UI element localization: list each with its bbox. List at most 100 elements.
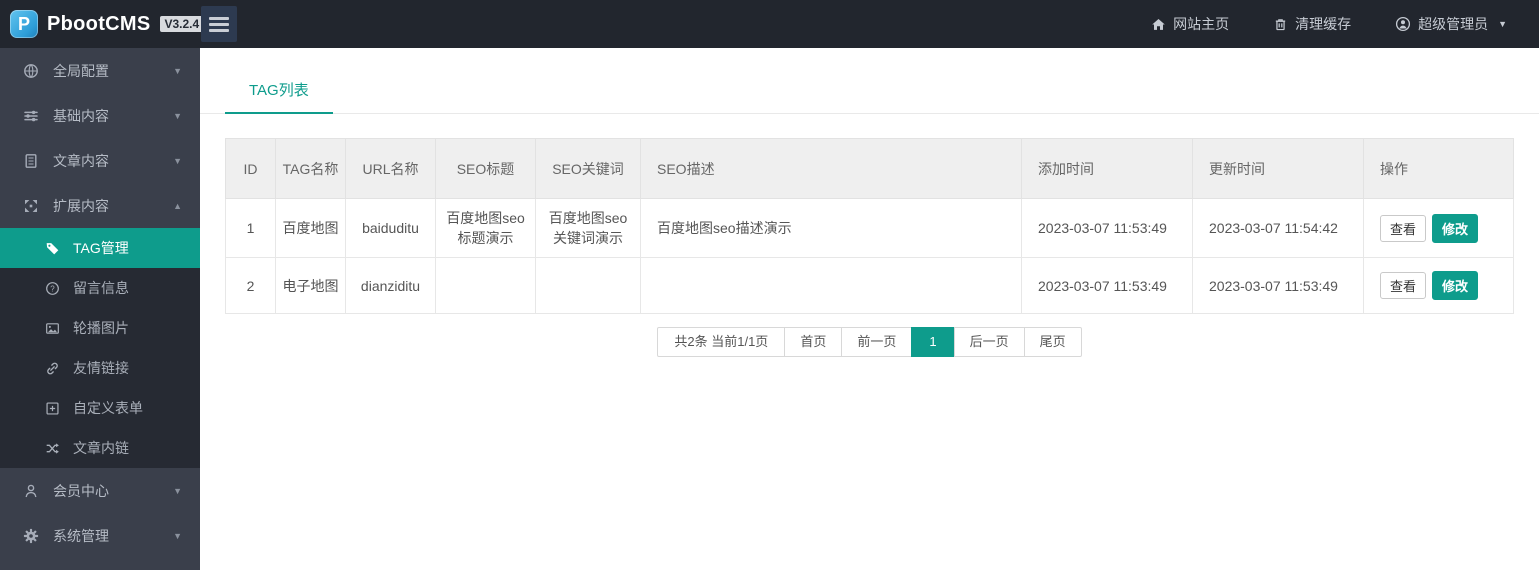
document-icon [22, 153, 39, 169]
arrows-expand-icon [22, 198, 39, 214]
pagination-last-button[interactable]: 尾页 [1023, 327, 1082, 357]
brand-name: PbootCMS [47, 12, 151, 35]
cell-seo-keywords [535, 257, 641, 314]
cell-id: 2 [225, 257, 276, 314]
user-circle-icon [1395, 16, 1411, 32]
chevron-down-icon: ▼ [173, 485, 182, 496]
sidebar-item-system-manage[interactable]: 系统管理 ▼ [0, 513, 200, 558]
edit-button[interactable]: 修改 [1432, 213, 1479, 243]
sidebar-item-label: 自定义表单 [73, 400, 143, 416]
sidebar-item-article-content[interactable]: 文章内容 ▼ [0, 138, 200, 183]
col-header-actions: 操作 [1363, 138, 1514, 199]
plus-square-icon [44, 401, 60, 416]
chevron-down-icon: ▼ [1498, 19, 1507, 29]
cell-url-name: baiduditu [345, 198, 436, 258]
main-content: TAG列表 ID TAG名称 URL名称 SEO标题 SEO关键词 SEO描述 … [200, 48, 1539, 570]
col-header-seo-title: SEO标题 [435, 138, 536, 199]
pagination-prev-button[interactable]: 前一页 [841, 327, 913, 357]
chevron-down-icon: ▼ [173, 110, 182, 121]
pagination-next-button[interactable]: 后一页 [953, 327, 1025, 357]
nav-label: 清理缓存 [1295, 16, 1352, 32]
svg-text:?: ? [50, 284, 55, 293]
table-row: 1 百度地图 baiduditu 百度地图seo标题演示 百度地图seo关键词演… [225, 198, 1514, 258]
table-header-row: ID TAG名称 URL名称 SEO标题 SEO关键词 SEO描述 添加时间 更… [225, 138, 1514, 199]
nav-label: 超级管理员 [1418, 16, 1489, 32]
cell-tag-name: 电子地图 [275, 257, 346, 314]
pagination: 共2条 当前1/1页 首页 前一页 1 后一页 尾页 [200, 327, 1539, 357]
view-button[interactable]: 查看 [1380, 214, 1427, 242]
chevron-down-icon: ▼ [173, 530, 182, 541]
cell-seo-title: 百度地图seo标题演示 [435, 198, 536, 258]
chevron-up-icon: ▲ [173, 200, 182, 211]
sidebar-item-article-inner-links[interactable]: 文章内链 [0, 428, 200, 468]
question-circle-icon: ? [44, 281, 60, 296]
sidebar-item-label: 系统管理 [53, 527, 109, 544]
brand: P PbootCMS V3.2.4 [0, 10, 205, 38]
sidebar-item-label: TAG管理 [73, 240, 129, 256]
edit-button[interactable]: 修改 [1432, 271, 1479, 300]
nav-label: 网站主页 [1173, 16, 1230, 32]
view-button[interactable]: 查看 [1380, 272, 1427, 299]
sidebar-item-label: 文章内容 [53, 152, 109, 169]
sliders-icon [22, 108, 39, 124]
col-header-seo-keywords: SEO关键词 [535, 138, 641, 199]
shuffle-icon [44, 441, 60, 456]
sidebar-item-member-center[interactable]: 会员中心 ▼ [0, 468, 200, 513]
cell-seo-title [435, 257, 536, 314]
col-header-tag-name: TAG名称 [275, 138, 346, 199]
tab-tag-list[interactable]: TAG列表 [225, 79, 333, 114]
sidebar-item-label: 会员中心 [53, 482, 109, 499]
pagination-page-1-button[interactable]: 1 [911, 327, 955, 357]
chevron-down-icon: ▼ [173, 155, 182, 166]
sidebar-item-label: 文章内链 [73, 440, 129, 456]
member-icon [22, 483, 39, 499]
sidebar-item-friend-links[interactable]: 友情链接 [0, 348, 200, 388]
pbootcms-logo-icon: P [10, 10, 38, 38]
col-header-seo-desc: SEO描述 [640, 138, 1022, 199]
topbar-nav: 网站主页 清理缓存 超级管理员 ▼ [1151, 14, 1539, 34]
cell-actions: 查看 修改 [1363, 198, 1514, 258]
sidebar-item-label: 基础内容 [53, 107, 109, 124]
cell-updated-time: 2023-03-07 11:53:49 [1192, 257, 1364, 314]
image-icon [44, 321, 60, 336]
sidebar-item-label: 全局配置 [53, 62, 109, 79]
home-icon [1151, 17, 1166, 32]
sidebar-item-global-config[interactable]: 全局配置 ▼ [0, 48, 200, 93]
hamburger-menu-button[interactable] [201, 6, 237, 42]
cell-added-time: 2023-03-07 11:53:49 [1021, 198, 1193, 258]
sidebar-item-message-info[interactable]: ? 留言信息 [0, 268, 200, 308]
nav-admin-account[interactable]: 超级管理员 ▼ [1395, 14, 1507, 34]
sidebar-item-basic-content[interactable]: 基础内容 ▼ [0, 93, 200, 138]
nav-site-home[interactable]: 网站主页 [1151, 14, 1229, 34]
sidebar-item-label: 留言信息 [73, 280, 129, 296]
table-row: 2 电子地图 dianziditu 2023-03-07 11:53:49 20… [225, 257, 1514, 314]
version-badge: V3.2.4 [159, 16, 205, 32]
tabbar: TAG列表 [200, 48, 1539, 114]
chevron-down-icon: ▼ [173, 65, 182, 76]
col-header-url-name: URL名称 [345, 138, 436, 199]
cell-updated-time: 2023-03-07 11:54:42 [1192, 198, 1364, 258]
sidebar-item-extended-content[interactable]: 扩展内容 ▲ [0, 183, 200, 228]
sidebar-item-label: 轮播图片 [73, 320, 129, 336]
topbar: P PbootCMS V3.2.4 网站主页 清理缓存 超级管理员 ▼ [0, 0, 1539, 48]
sidebar-item-tag-manage[interactable]: TAG管理 [0, 228, 200, 268]
cell-seo-desc: 百度地图seo描述演示 [640, 198, 1022, 258]
col-header-added-time: 添加时间 [1021, 138, 1193, 199]
cell-seo-keywords: 百度地图seo关键词演示 [535, 198, 641, 258]
pagination-first-button[interactable]: 首页 [784, 327, 843, 357]
cell-seo-desc [640, 257, 1022, 314]
sidebar-item-label: 扩展内容 [53, 197, 109, 214]
col-header-id: ID [225, 138, 276, 199]
sidebar-item-custom-forms[interactable]: 自定义表单 [0, 388, 200, 428]
trash-icon [1273, 17, 1288, 32]
link-icon [44, 361, 60, 376]
pagination-info: 共2条 当前1/1页 [657, 327, 786, 357]
tag-table: ID TAG名称 URL名称 SEO标题 SEO关键词 SEO描述 添加时间 更… [225, 138, 1514, 314]
tag-icon [44, 241, 60, 256]
cell-url-name: dianziditu [345, 257, 436, 314]
extended-content-submenu: TAG管理 ? 留言信息 轮播图片 友情链接 自定义表单 文章内链 [0, 228, 200, 468]
sidebar-item-carousel-images[interactable]: 轮播图片 [0, 308, 200, 348]
pbootcms-admin: P PbootCMS V3.2.4 网站主页 清理缓存 超级管理员 ▼ 全局配置… [0, 0, 1539, 570]
cell-added-time: 2023-03-07 11:53:49 [1021, 257, 1193, 314]
nav-clear-cache[interactable]: 清理缓存 [1273, 14, 1351, 34]
